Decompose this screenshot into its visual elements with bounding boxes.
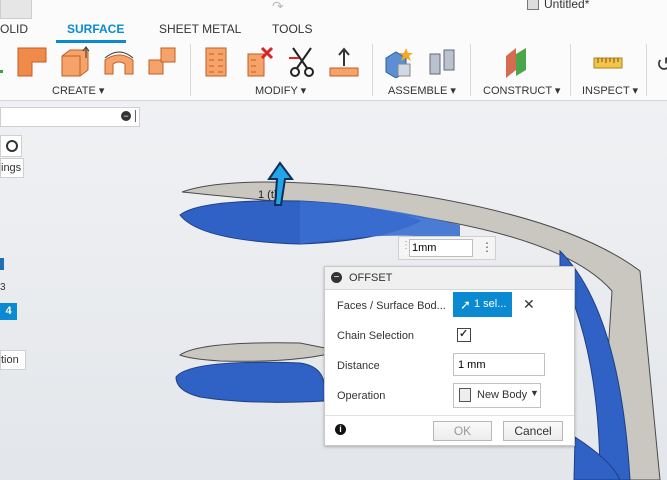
operation-value: New Body xyxy=(477,389,528,401)
browser-header: − xyxy=(0,107,140,127)
chain-selection-label: Chain Selection xyxy=(337,330,415,342)
toolbar: ↷ Untitled* OLID SURFACE SHEET METAL TOO… xyxy=(0,0,667,101)
offset-plane-icon[interactable] xyxy=(502,46,534,78)
radio-icon xyxy=(6,140,18,152)
tab-tools[interactable]: TOOLS xyxy=(272,22,312,36)
more-options-icon[interactable]: ⋮ xyxy=(481,240,493,254)
visibility-toggle[interactable] xyxy=(0,135,22,157)
arrow-label: 1 (t) xyxy=(258,189,278,201)
offset-face-icon[interactable] xyxy=(328,46,360,78)
select-icon[interactable]: ↺ xyxy=(656,52,667,77)
info-icon[interactable]: i xyxy=(335,424,346,435)
divider xyxy=(646,44,647,96)
browser-item-label: tion xyxy=(1,354,19,366)
distance-label: Distance xyxy=(337,360,380,372)
browser-item-settings[interactable]: ings xyxy=(0,158,24,178)
collapse-icon[interactable]: − xyxy=(121,111,131,121)
faces-selection-button[interactable]: ➚ 1 sel... xyxy=(453,292,512,317)
revolve-icon[interactable] xyxy=(60,46,92,78)
document-title: Untitled* xyxy=(544,0,590,11)
ok-button[interactable]: OK xyxy=(433,421,492,441)
divider xyxy=(325,415,574,416)
cursor-icon: ➚ xyxy=(460,297,471,312)
operation-select[interactable]: New Body ▼ xyxy=(453,383,541,408)
tab-surface[interactable]: SURFACE xyxy=(67,22,124,36)
new-body-icon xyxy=(459,388,471,402)
quick-access-button[interactable] xyxy=(0,0,32,19)
measure-icon[interactable] xyxy=(592,46,624,78)
split-scissors-icon[interactable] xyxy=(287,46,319,78)
pin-icon[interactable] xyxy=(135,110,136,122)
delete-face-icon[interactable] xyxy=(244,46,276,78)
clear-selection-icon[interactable]: ✕ xyxy=(523,296,535,313)
document-tab[interactable]: Untitled* xyxy=(525,0,667,12)
assemble-menu[interactable]: ASSEMBLE ▾ xyxy=(388,84,456,97)
construct-menu[interactable]: CONSTRUCT ▾ xyxy=(483,84,560,97)
distance-manipulator: ⋮ ⋮ xyxy=(398,236,496,260)
dialog-header[interactable]: − OFFSET xyxy=(325,267,574,290)
selection-marker xyxy=(0,258,4,270)
extrude-icon[interactable] xyxy=(16,46,48,78)
divider xyxy=(470,44,471,96)
operation-label: Operation xyxy=(337,390,386,402)
browser-item-4-selected[interactable]: 4 xyxy=(0,303,17,320)
redo-icon[interactable]: ↷ xyxy=(272,0,284,15)
new-component-icon[interactable] xyxy=(384,46,416,79)
chain-selection-checkbox[interactable]: ✓ xyxy=(457,328,471,342)
create-menu[interactable]: CREATE ▾ xyxy=(52,84,104,97)
divider xyxy=(190,44,191,96)
cancel-button[interactable]: Cancel xyxy=(503,421,563,441)
offset-dialog: − OFFSET Faces / Surface Bod... ➚ 1 sel.… xyxy=(324,266,575,446)
checkmark-icon: ✓ xyxy=(459,328,469,340)
collapse-dialog-icon[interactable]: − xyxy=(331,272,342,283)
distance-input[interactable] xyxy=(453,353,545,376)
modify-menu[interactable]: MODIFY ▾ xyxy=(255,84,306,97)
tab-sheet-metal[interactable]: SHEET METAL xyxy=(159,22,241,36)
browser-item-3[interactable]: 3 xyxy=(0,282,6,293)
chevron-down-icon: ▼ xyxy=(530,388,539,398)
press-pull-icon[interactable] xyxy=(200,46,232,78)
divider xyxy=(372,44,373,96)
dialog-title: OFFSET xyxy=(349,272,393,284)
joint-icon[interactable] xyxy=(426,46,458,78)
browser-item-tion[interactable]: tion xyxy=(0,350,26,370)
browser-item-label: ings xyxy=(1,162,22,174)
sweep-icon[interactable] xyxy=(103,46,135,78)
faces-label: Faces / Surface Bod... xyxy=(337,300,446,312)
offset-arrow-manipulator[interactable] xyxy=(264,161,296,210)
inspect-menu[interactable]: INSPECT ▾ xyxy=(582,84,638,97)
tab-solid[interactable]: OLID xyxy=(0,22,28,36)
active-tab-indicator xyxy=(56,40,126,43)
document-icon xyxy=(527,0,539,10)
create-sketch-icon[interactable] xyxy=(0,46,8,78)
loft-icon[interactable] xyxy=(147,46,179,78)
browser-item-label: 4 xyxy=(5,305,12,317)
faces-selection-value: 1 sel... xyxy=(474,298,507,310)
divider xyxy=(570,44,571,96)
distance-manipulator-input[interactable] xyxy=(409,239,473,257)
